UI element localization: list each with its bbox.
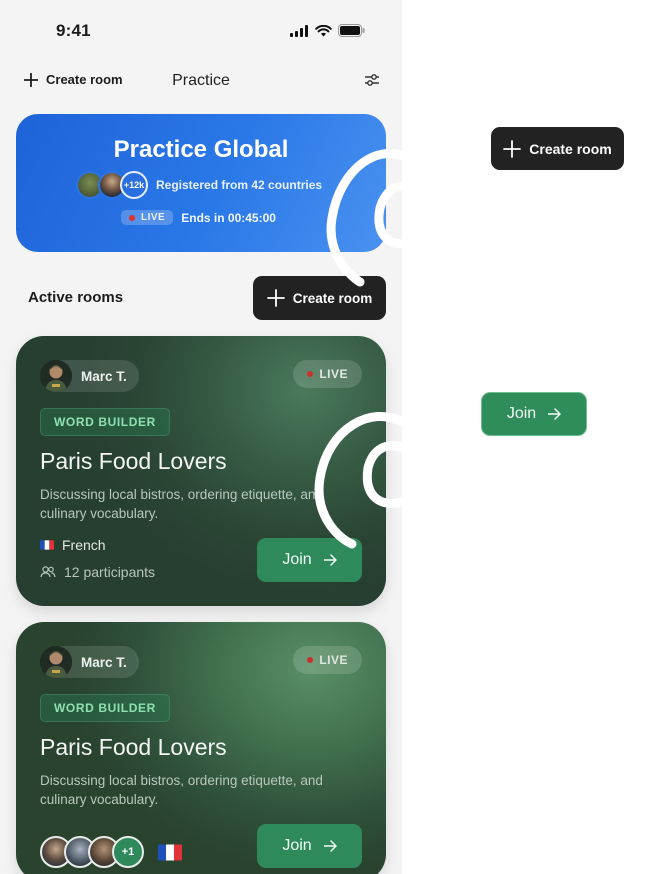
- create-room-button[interactable]: Create room: [253, 276, 386, 320]
- live-dot-icon: [307, 371, 314, 377]
- host-chip: Marc T.: [40, 360, 139, 392]
- section-title: Active rooms: [28, 289, 124, 306]
- create-room-label: Create room: [292, 290, 373, 306]
- hero-live-row: LIVE Ends in 00:45:00: [121, 210, 276, 225]
- host-avatar-image: [40, 360, 72, 392]
- room-title: Paris Food Lovers: [40, 448, 227, 474]
- host-chip: Marc T.: [40, 646, 139, 678]
- host-avatar-image: [40, 646, 72, 678]
- host-name: Marc T.: [81, 368, 127, 384]
- participant-avatars: +1: [40, 836, 182, 868]
- arrow-right-icon: [548, 408, 561, 420]
- battery-icon: [338, 24, 365, 37]
- french-flag-icon: [158, 844, 182, 860]
- plus-icon: [24, 72, 38, 87]
- live-badge: LIVE: [293, 646, 362, 674]
- phone-screen: 9:41 Create room Practice Practice Globa…: [0, 0, 402, 874]
- avatar-count-badge: +12k: [120, 171, 148, 199]
- ends-in-timer: Ends in 00:45:00: [181, 210, 276, 225]
- status-time: 9:41: [56, 21, 91, 40]
- arrow-right-icon: [323, 840, 337, 852]
- live-badge: LIVE: [121, 210, 174, 225]
- room-card[interactable]: Marc T. LIVE WORD BUILDER Paris Food Lov…: [16, 336, 386, 606]
- avatar-count: +12k: [123, 180, 145, 190]
- host-avatar: [40, 360, 72, 392]
- people-icon: [40, 566, 56, 578]
- component-create-room-label: Create room: [529, 140, 612, 157]
- extra-participants-badge: +1: [112, 836, 144, 868]
- room-card[interactable]: Marc T. LIVE WORD BUILDER Paris Food Lov…: [16, 622, 386, 874]
- room-participants: 12 participants: [40, 564, 155, 580]
- registered-text: Registered from 42 countries: [156, 178, 323, 192]
- live-label: LIVE: [319, 367, 348, 381]
- room-description: Discussing local bistros, ordering etiqu…: [40, 487, 323, 521]
- host-name: Marc T.: [81, 654, 127, 670]
- live-label: LIVE: [141, 212, 166, 223]
- live-badge: LIVE: [293, 360, 362, 388]
- room-tag: WORD BUILDER: [40, 694, 170, 722]
- participants-count: 12 participants: [64, 564, 156, 580]
- live-dot-icon: [307, 657, 314, 663]
- live-label: LIVE: [319, 653, 348, 667]
- extra-participants-count: +1: [121, 846, 135, 858]
- host-avatar: [40, 646, 72, 678]
- nav-create-room-button[interactable]: Create room: [24, 72, 123, 87]
- component-join-button[interactable]: Join: [481, 392, 587, 436]
- status-icons: [290, 24, 365, 37]
- sliders-icon: [364, 74, 380, 86]
- component-create-room-button[interactable]: Create room: [491, 127, 624, 170]
- room-language: French: [40, 537, 106, 553]
- french-flag-icon: [40, 540, 54, 550]
- arrow-right-icon: [323, 554, 337, 566]
- plus-icon: [266, 289, 285, 307]
- join-label: Join: [282, 551, 312, 568]
- join-button[interactable]: Join: [257, 824, 362, 868]
- nav-create-room-label: Create room: [46, 72, 123, 87]
- join-label: Join: [282, 837, 312, 854]
- practice-global-card[interactable]: Practice Global +12k Registered from 42 …: [16, 114, 386, 252]
- live-dot-icon: [129, 214, 135, 221]
- room-language-label: French: [62, 537, 106, 553]
- signal-icon: [290, 24, 308, 37]
- wifi-icon: [315, 24, 332, 36]
- hero-registration-row: +12k Registered from 42 countries: [76, 171, 322, 199]
- join-button[interactable]: Join: [257, 538, 362, 582]
- room-description: Discussing local bistros, ordering etiqu…: [40, 773, 323, 807]
- room-tag: WORD BUILDER: [40, 408, 170, 436]
- hero-title: Practice Global: [113, 136, 289, 163]
- component-join-label: Join: [506, 405, 537, 422]
- room-title: Paris Food Lovers: [40, 734, 227, 760]
- plus-icon: [503, 139, 522, 158]
- filter-button[interactable]: [364, 73, 380, 91]
